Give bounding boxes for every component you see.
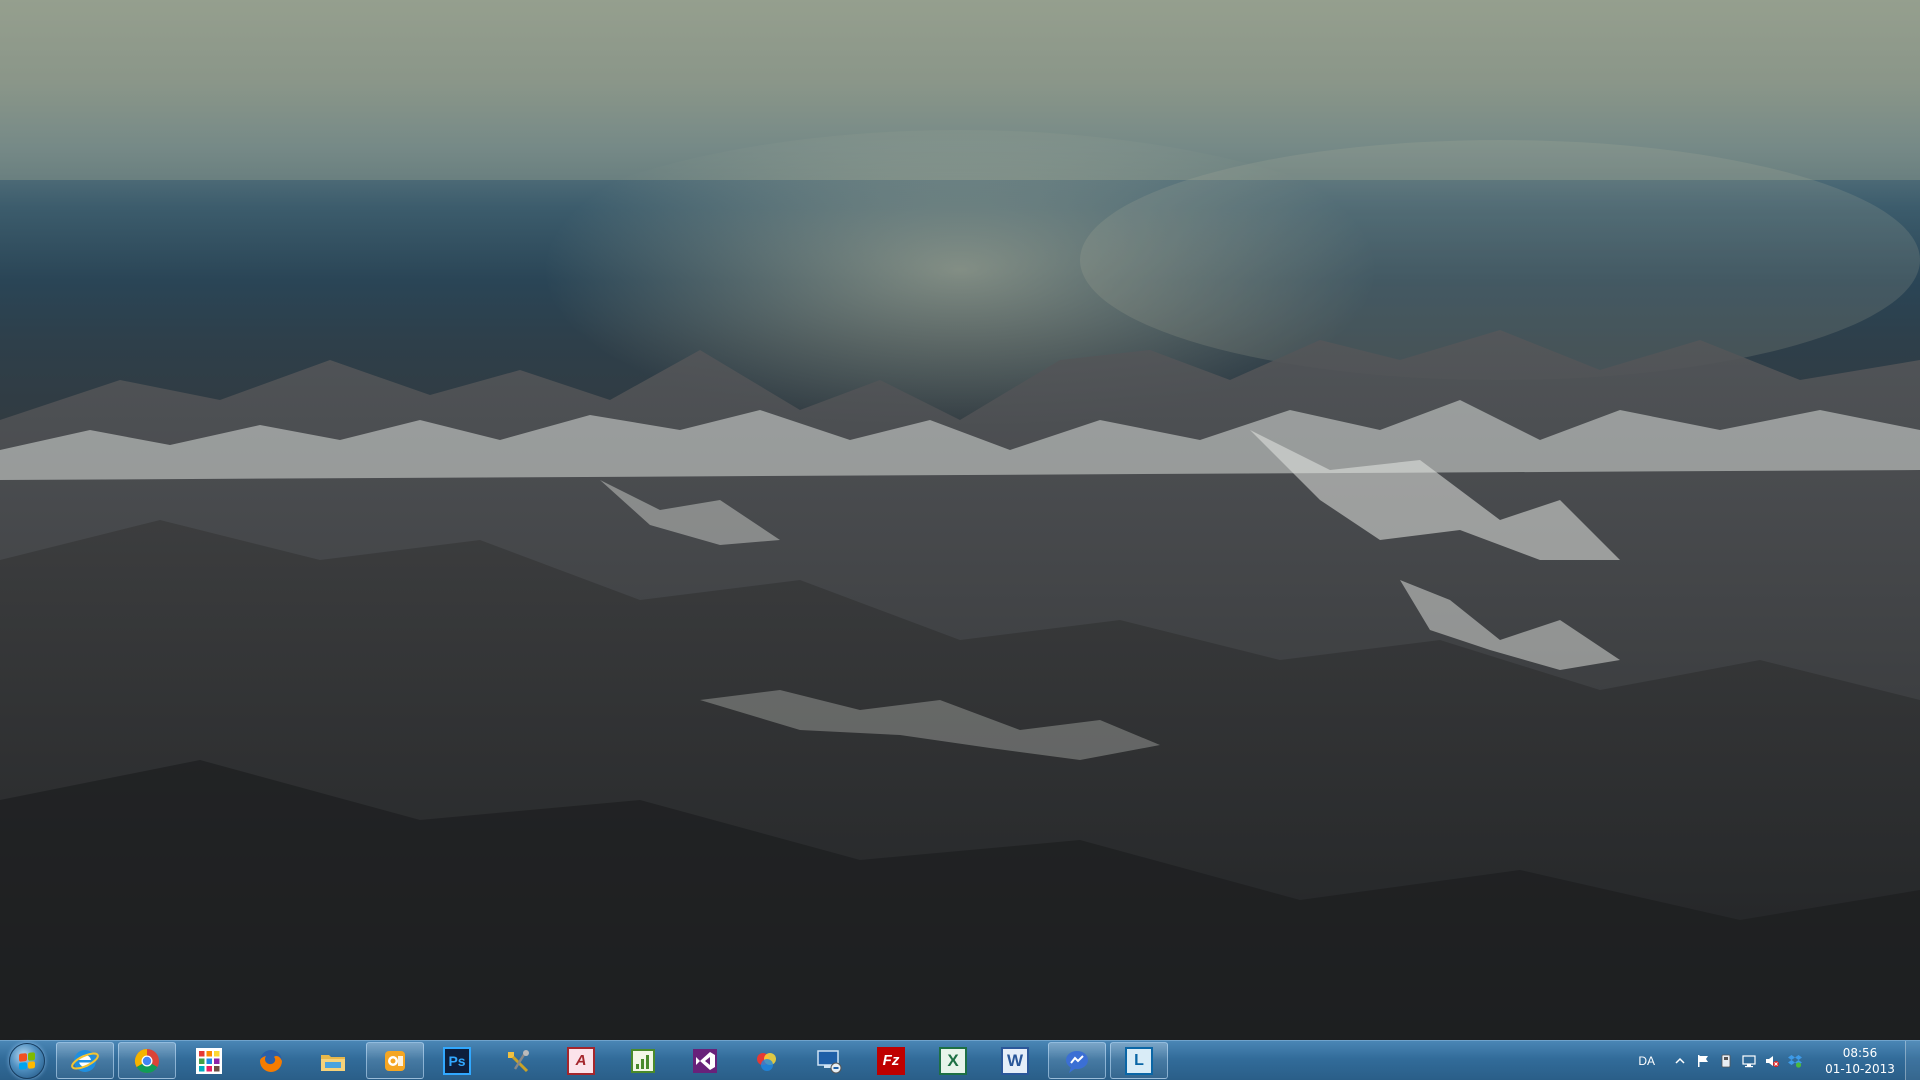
language-indicator[interactable]: DA	[1638, 1054, 1655, 1068]
internet-explorer-icon	[71, 1047, 99, 1075]
clock-date: 01-10-2013	[1825, 1061, 1895, 1076]
taskbar-button-remote-desktop[interactable]	[800, 1042, 858, 1079]
taskbar-button-outlook[interactable]	[366, 1042, 424, 1079]
system-tray: DA 08:56 01-10-2013	[1638, 1041, 1920, 1080]
taskbar-button-excel[interactable]: X	[924, 1042, 982, 1079]
visual-studio-icon	[691, 1047, 719, 1075]
taskbar-button-internet-explorer[interactable]	[56, 1042, 114, 1079]
paint-tool-icon	[753, 1047, 781, 1075]
chrome-icon	[133, 1047, 161, 1075]
apps-grid-icon	[196, 1047, 222, 1074]
firefox-icon	[257, 1047, 285, 1075]
network-icon[interactable]	[1742, 1054, 1756, 1068]
taskbar-button-tools[interactable]	[490, 1042, 548, 1079]
taskbar-button-paint-tool[interactable]	[738, 1042, 796, 1079]
pinned-apps: Ps A Fz X W L	[56, 1042, 1172, 1080]
filezilla-icon: Fz	[877, 1046, 905, 1075]
action-center-flag-icon[interactable]	[1696, 1054, 1710, 1068]
show-hidden-icons-chevron-icon[interactable]	[1673, 1054, 1687, 1068]
excel-icon: X	[939, 1046, 967, 1075]
taskbar-button-filezilla[interactable]: Fz	[862, 1042, 920, 1079]
outlook-icon	[381, 1047, 409, 1075]
taskbar-button-visual-studio[interactable]	[676, 1042, 734, 1079]
clock[interactable]: 08:56 01-10-2013	[1821, 1045, 1899, 1077]
taskbar-button-firefox[interactable]	[242, 1042, 300, 1079]
project-icon	[629, 1047, 657, 1075]
taskbar-button-photoshop[interactable]: Ps	[428, 1042, 486, 1079]
lync-icon: L	[1125, 1046, 1153, 1075]
desktop-wallpaper	[0, 0, 1920, 1040]
taskbar-button-project[interactable]	[614, 1042, 672, 1079]
taskbar-button-lync[interactable]: L	[1110, 1042, 1168, 1079]
taskbar-button-chrome[interactable]	[118, 1042, 176, 1079]
access-icon: A	[567, 1046, 595, 1075]
taskbar-button-apps-grid[interactable]	[180, 1042, 238, 1079]
show-desktop-button[interactable]	[1905, 1041, 1920, 1080]
windows-logo-icon	[9, 1042, 45, 1079]
remote-desktop-icon	[815, 1047, 843, 1075]
word-icon: W	[1001, 1046, 1029, 1075]
mountain-landscape-image	[0, 0, 1920, 1040]
clock-time: 08:56	[1842, 1045, 1878, 1060]
volume-muted-icon[interactable]	[1765, 1054, 1779, 1068]
file-explorer-icon	[319, 1047, 347, 1075]
taskbar-button-access[interactable]: A	[552, 1042, 610, 1079]
taskbar-button-messenger[interactable]	[1048, 1042, 1106, 1079]
tools-icon	[505, 1047, 533, 1075]
taskbar-button-word[interactable]: W	[986, 1042, 1044, 1079]
dropbox-icon[interactable]	[1788, 1054, 1802, 1068]
messenger-icon	[1063, 1047, 1091, 1075]
photoshop-icon: Ps	[443, 1046, 471, 1075]
usb-device-icon[interactable]	[1719, 1054, 1733, 1068]
taskbar-button-file-explorer[interactable]	[304, 1042, 362, 1079]
start-button[interactable]	[4, 1042, 50, 1079]
taskbar: Ps A Fz X W L DA 08:56 01-10-2013	[0, 1040, 1920, 1080]
